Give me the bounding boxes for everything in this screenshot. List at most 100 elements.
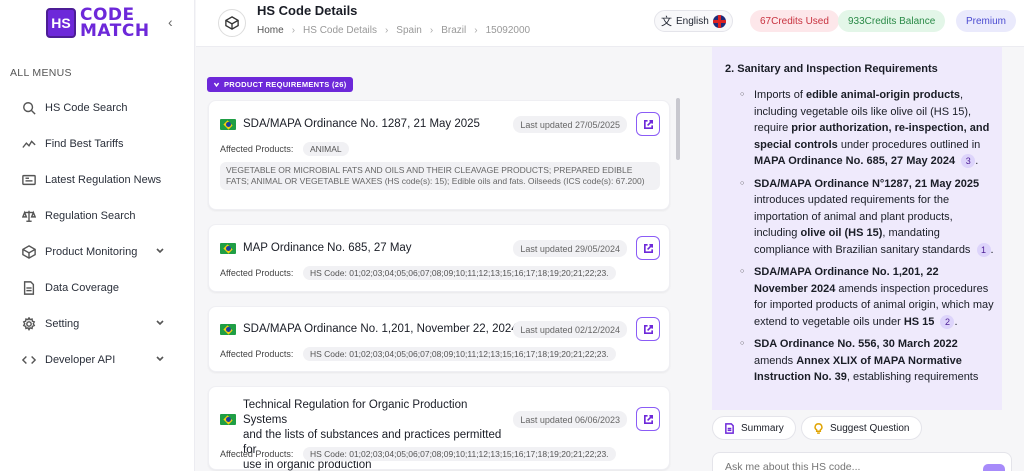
ai-chat-panel: 2. Sanitary and Inspection Requirements … <box>712 47 1002 410</box>
chevron-down-icon[interactable] <box>155 354 165 364</box>
logo[interactable]: HS CODE MATCH <box>46 5 150 41</box>
brazil-flag-icon <box>220 243 236 254</box>
sidebar-menu: HS Code Search Find Best Tariffs Latest … <box>0 90 195 378</box>
sidebar-item-label: Find Best Tariffs <box>45 138 124 150</box>
affected-products-label: Affected Products: <box>220 144 294 154</box>
gear-icon <box>22 317 36 331</box>
external-link-icon <box>643 324 653 334</box>
chat-answer-list: Imports of edible animal-origin products… <box>740 87 994 392</box>
breadcrumb-hs-code: 15092000 <box>485 25 531 36</box>
brazil-flag-icon <box>220 414 236 425</box>
requirement-title[interactable]: SDA/MAPA Ordinance No. 1287, 21 May 2025 <box>243 117 480 132</box>
suggest-question-button[interactable]: Suggest Question <box>801 416 922 440</box>
sidebar-item-label: Latest Regulation News <box>45 174 162 186</box>
search-icon <box>22 101 36 115</box>
sidebar-item-latest-regulation-news[interactable]: Latest Regulation News <box>0 162 195 198</box>
chat-list-item: SDA/MAPA Ordinance No. 1,201, 22 Novembe… <box>740 264 994 330</box>
breadcrumb-spain[interactable]: Spain <box>396 25 422 36</box>
requirement-card[interactable]: SDA/MAPA Ordinance No. 1287, 21 May 2025… <box>208 100 670 210</box>
affected-product-tag: HS Code: 01;02;03;04;05;06;07;08;09;10;1… <box>303 347 616 361</box>
sidebar-item-hs-code-search[interactable]: HS Code Search <box>0 90 195 126</box>
suggest-question-label: Suggest Question <box>830 422 910 434</box>
open-external-button[interactable] <box>636 236 660 260</box>
open-external-button[interactable] <box>636 317 660 341</box>
scale-icon <box>22 209 36 223</box>
external-link-icon <box>643 119 653 129</box>
sidebar-item-product-monitoring[interactable]: Product Monitoring <box>0 234 195 270</box>
requirement-card[interactable]: MAP Ordinance No. 685, 27 May Last updat… <box>208 224 670 292</box>
affected-products-label: Affected Products: <box>220 349 294 359</box>
uk-flag-icon <box>712 14 726 28</box>
breadcrumb-separator-icon: › <box>291 25 296 36</box>
requirement-card[interactable]: SDA/MAPA Ordinance No. 1,201, November 2… <box>208 306 670 372</box>
requirement-title[interactable]: MAP Ordinance No. 685, 27 May <box>243 241 412 256</box>
last-updated-badge: Last updated 02/12/2024 <box>513 321 627 338</box>
last-updated-badge: Last updated 29/05/2024 <box>513 240 627 257</box>
breadcrumb: Home › HS Code Details › Spain › Brazil … <box>257 25 530 36</box>
trend-icon <box>22 137 36 151</box>
chat-input[interactable] <box>725 461 965 471</box>
credits-used-badge: 67Credits Used <box>750 10 839 32</box>
requirement-card[interactable]: Technical Regulation for Organic Product… <box>208 386 670 471</box>
chevron-down-icon <box>213 82 220 88</box>
sidebar-item-label: Product Monitoring <box>45 246 138 258</box>
affected-product-tag: ANIMAL <box>303 142 349 156</box>
top-header: HS Code Details Home › HS Code Details ›… <box>196 0 1024 47</box>
summary-label: Summary <box>741 422 784 434</box>
breadcrumb-brazil[interactable]: Brazil <box>441 25 466 36</box>
brazil-flag-icon <box>220 119 236 130</box>
document-icon <box>22 281 36 295</box>
logo-text: CODE MATCH <box>80 5 150 41</box>
page-title: HS Code Details <box>257 3 358 18</box>
sidebar-item-find-best-tariffs[interactable]: Find Best Tariffs <box>0 126 195 162</box>
citation-badge[interactable]: 3 <box>961 154 976 168</box>
sidebar-item-data-coverage[interactable]: Data Coverage <box>0 270 195 306</box>
chat-list-item: SDA Ordinance No. 556, 30 March 2022 ame… <box>740 336 994 386</box>
sidebar-item-label: Setting <box>45 318 80 330</box>
sidebar-item-label: HS Code Search <box>45 102 128 114</box>
menu-section-label: ALL MENUS <box>10 67 72 79</box>
language-selector[interactable]: 文 English <box>654 10 733 32</box>
product-requirements-label: PRODUCT REQUIREMENTS (26) <box>224 80 347 89</box>
sidebar-item-setting[interactable]: Setting <box>0 306 195 342</box>
code-icon <box>22 353 36 367</box>
last-updated-badge: Last updated 06/06/2023 <box>513 411 627 428</box>
open-external-button[interactable] <box>636 112 660 136</box>
product-requirements-toggle[interactable]: PRODUCT REQUIREMENTS (26) <box>207 77 353 92</box>
summary-button[interactable]: Summary <box>712 416 796 440</box>
box-icon <box>22 245 36 259</box>
send-button[interactable] <box>983 464 1005 471</box>
document-icon <box>725 422 734 434</box>
language-label: English <box>676 15 709 27</box>
breadcrumb-separator-icon: › <box>384 25 389 36</box>
sidebar-item-regulation-search[interactable]: Regulation Search <box>0 198 195 234</box>
chevron-down-icon[interactable] <box>155 246 165 256</box>
chat-input-box <box>712 452 1012 471</box>
affected-product-tag: HS Code: 01;02;03;04;05;06;07;08;09;10;1… <box>303 447 616 461</box>
chevron-down-icon[interactable] <box>155 318 165 328</box>
list-scrollbar[interactable] <box>676 98 680 160</box>
breadcrumb-separator-icon: › <box>429 25 434 36</box>
lightbulb-icon <box>814 422 823 434</box>
logo-mark: HS <box>46 8 76 38</box>
sidebar-item-label: Developer API <box>45 354 116 366</box>
chat-section-heading: 2. Sanitary and Inspection Requirements <box>725 63 938 75</box>
breadcrumb-home[interactable]: Home <box>257 25 284 36</box>
brazil-flag-icon <box>220 324 236 335</box>
box-icon <box>218 9 246 37</box>
credits-balance-badge: 933Credits Balance <box>838 10 946 32</box>
breadcrumb-hs-code-details[interactable]: HS Code Details <box>303 25 377 36</box>
sidebar-item-label: Data Coverage <box>45 282 119 294</box>
citation-badge[interactable]: 1 <box>976 242 991 257</box>
affected-product-tag: HS Code: 01;02;03;04;05;06;07;08;09;10;1… <box>303 266 616 280</box>
citation-badge[interactable]: 2 <box>940 314 955 329</box>
open-external-button[interactable] <box>636 407 660 431</box>
sidebar: HS CODE MATCH ‹ ALL MENUS HS Code Search… <box>0 0 195 471</box>
chat-list-item: SDA/MAPA Ordinance N°1287, 21 May 2025 i… <box>740 176 994 259</box>
collapse-sidebar-icon[interactable]: ‹ <box>168 14 173 30</box>
plan-badge[interactable]: Premium <box>956 10 1017 32</box>
external-link-icon <box>643 243 653 253</box>
requirement-title[interactable]: SDA/MAPA Ordinance No. 1,201, November 2… <box>243 322 518 337</box>
sidebar-item-developer-api[interactable]: Developer API <box>0 342 195 378</box>
breadcrumb-separator-icon: › <box>474 25 478 36</box>
